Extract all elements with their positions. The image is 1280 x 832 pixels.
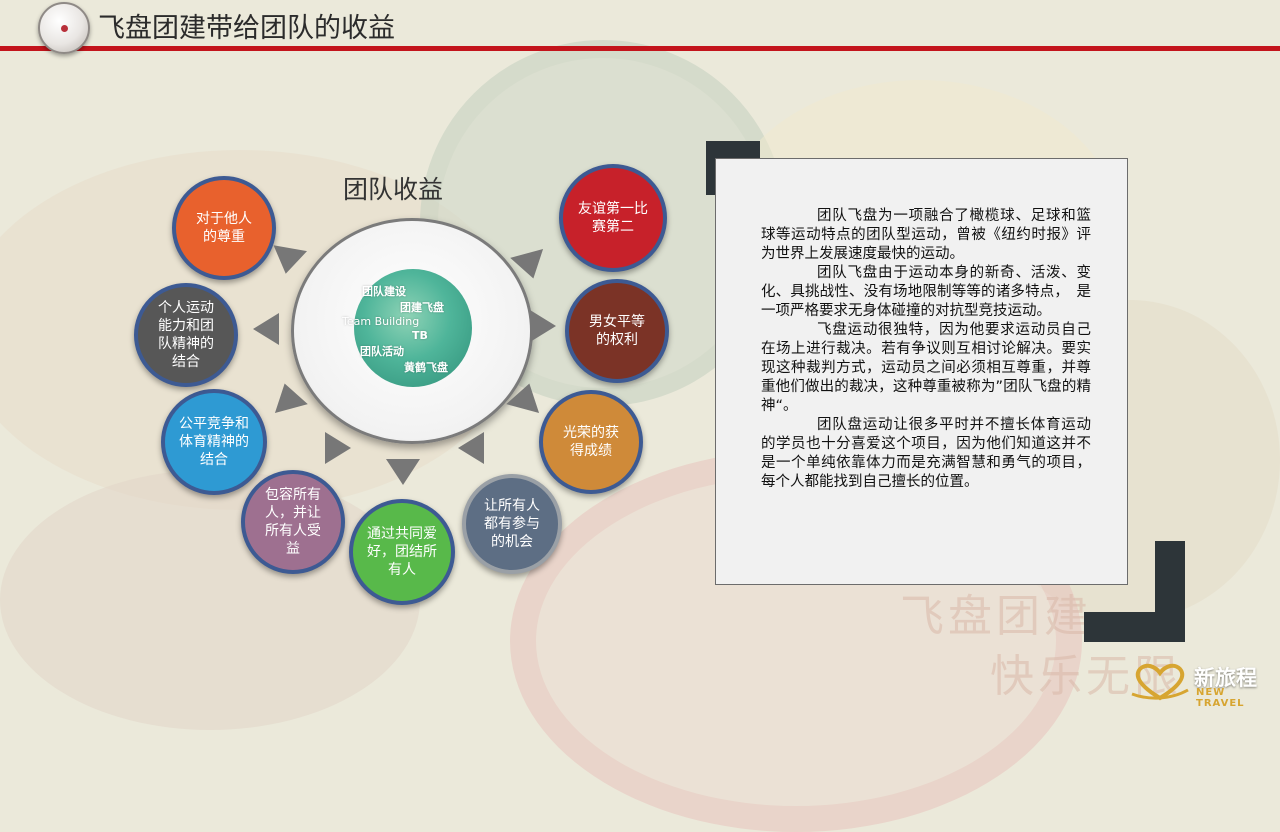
center-image-text: 团队建设 — [362, 285, 406, 298]
benefit-text: 友谊第一比赛第二 — [578, 201, 648, 235]
center-image-text: Team Building — [342, 315, 420, 328]
description-text: 团队飞盘为一项融合了橄榄球、足球和篮球等运动特点的团队型运动，曾被《纽约时报》评… — [761, 207, 1091, 492]
benefit-text: 对于他人的尊重 — [196, 211, 252, 245]
benefit-inclusion: 包容所有人，并让所有人受益 — [241, 470, 345, 574]
arrow-icon — [458, 432, 484, 464]
page-title: 飞盘团建带给团队的收益 — [98, 13, 395, 44]
paragraph: 团队飞盘为一项融合了橄榄球、足球和篮球等运动特点的团队型运动，曾被《纽约时报》评… — [761, 208, 1091, 262]
arrow-icon — [269, 245, 307, 277]
benefit-text: 包容所有人，并让所有人受益 — [265, 487, 321, 557]
benefit-gender-equality: 男女平等的权利 — [565, 279, 669, 383]
benefit-everyone-participates: 让所有人都有参与的机会 — [462, 474, 562, 574]
header-badge-icon — [38, 2, 90, 54]
benefit-text: 男女平等的权利 — [589, 314, 645, 348]
paragraph: 飞盘运动很独特，因为他要求运动员自己在场上进行裁决。若有争议则互相讨论解决。要实… — [761, 322, 1091, 414]
header-divider — [0, 46, 1280, 51]
benefit-text: 光荣的获得成绩 — [563, 425, 619, 459]
diagram-center-label: 团队收益 — [343, 175, 444, 204]
benefit-text: 公平竞争和体育精神的结合 — [179, 416, 249, 468]
brand-logo: 新旅程 NEW TRAVEL — [1130, 660, 1270, 709]
background-frisbee — [0, 470, 420, 730]
paragraph: 团队盘运动让很多平时并不擅长体育运动的学员也十分喜爱这个项目，因为他们知道这并不… — [761, 417, 1091, 490]
benefit-unite-everyone: 通过共同爱好，团结所有人 — [349, 499, 455, 605]
arrow-icon — [386, 459, 420, 485]
arrow-icon — [530, 310, 556, 342]
benefit-text: 让所有人都有参与的机会 — [484, 498, 540, 550]
paragraph: 团队飞盘由于运动本身的新奇、活泼、变化、具挑战性、没有场地限制等等的诸多特点， … — [761, 265, 1091, 319]
benefit-text: 通过共同爱好，团结所有人 — [367, 526, 437, 578]
benefit-respect-others: 对于他人的尊重 — [172, 176, 276, 280]
logo-subtext: NEW TRAVEL — [1196, 687, 1245, 709]
center-frisbee-image: 团队建设 团建飞盘 Team Building TB 团队活动 黄鹤飞盘 — [291, 218, 533, 444]
watermark-line-1: 飞盘团建 — [900, 591, 1092, 642]
frisbee-print: 团队建设 团建飞盘 Team Building TB 团队活动 黄鹤飞盘 — [342, 269, 472, 387]
benefit-friendship-first: 友谊第一比赛第二 — [559, 164, 667, 272]
benefit-text: 个人运动能力和团队精神的结合 — [158, 300, 214, 370]
description-panel: 团队飞盘为一项融合了橄榄球、足球和篮球等运动特点的团队型运动，曾被《纽约时报》评… — [715, 158, 1128, 585]
heart-logo-icon — [1131, 663, 1189, 701]
arrow-icon — [325, 432, 351, 464]
arrow-icon — [253, 313, 279, 345]
center-image-text: 团建飞盘 — [400, 301, 444, 314]
center-image-text: 黄鹤飞盘 — [404, 361, 448, 374]
benefit-individual-team: 个人运动能力和团队精神的结合 — [134, 283, 238, 387]
panel-corner-decoration — [1084, 541, 1185, 642]
center-image-text: 团队活动 — [360, 345, 404, 358]
benefit-glorious-results: 光荣的获得成绩 — [539, 390, 643, 494]
benefit-fair-play: 公平竞争和体育精神的结合 — [161, 389, 267, 495]
center-image-text: TB — [412, 329, 428, 342]
